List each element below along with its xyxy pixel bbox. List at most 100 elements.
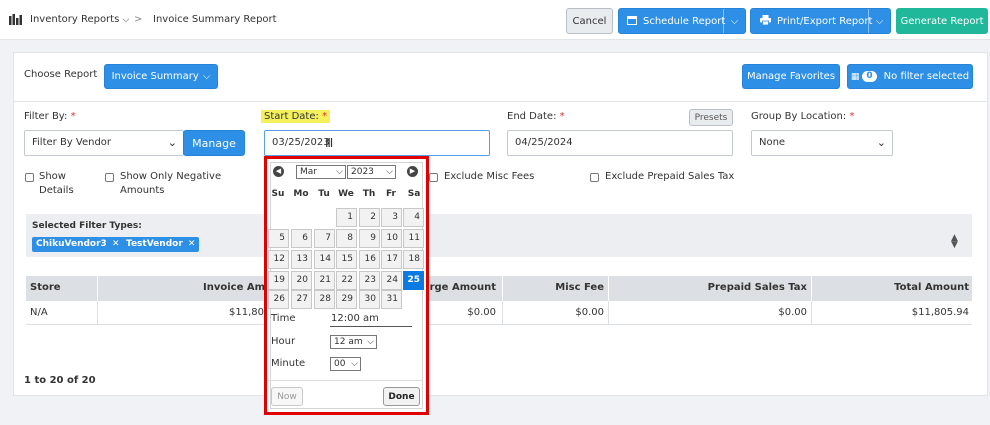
calendar-day[interactable]: 4	[403, 208, 424, 227]
year-select[interactable]: 2023 ⌵	[347, 165, 396, 179]
calendar-day[interactable]: 17	[381, 250, 402, 269]
schedule-report-button[interactable]: Schedule Report ⌵	[618, 8, 746, 34]
chevron-down-icon[interactable]: ⌵	[868, 9, 890, 33]
prev-month-icon[interactable]: ◀	[273, 166, 284, 177]
calendar-day[interactable]: 2	[359, 208, 380, 227]
calendar-day[interactable]: 15	[336, 250, 357, 269]
calendar-day[interactable]: 29	[336, 290, 357, 309]
calendar-day[interactable]: 9	[359, 229, 380, 248]
print-export-button[interactable]: Print/Export Report ⌵	[750, 8, 891, 34]
manage-favorites-button[interactable]: Manage Favorites	[742, 64, 840, 89]
calendar-day[interactable]: 22	[336, 271, 357, 290]
day-of-week-label: Tu	[318, 189, 330, 199]
resize-handle-icon[interactable]: ▲ ▼	[951, 234, 958, 250]
day-of-week-label: Su	[271, 189, 285, 199]
divider	[268, 380, 423, 381]
calendar-day[interactable]: 19	[268, 271, 289, 290]
close-icon[interactable]: ✕	[112, 239, 120, 249]
divider	[608, 301, 609, 325]
table-cell-total: $11,805.94	[911, 307, 969, 318]
calendar-day[interactable]: 8	[336, 229, 357, 248]
calendar-day[interactable]: 20	[291, 271, 312, 290]
divider	[502, 301, 503, 325]
calendar-day[interactable]: 24	[381, 271, 402, 290]
choose-report-label: Choose Report	[24, 69, 98, 80]
table-cell-prepaid: $0.00	[778, 307, 807, 318]
day-of-week-label: Mo	[293, 189, 309, 199]
group-by-label: Group By Location: *	[751, 111, 855, 122]
calendar-day[interactable]: 27	[291, 290, 312, 309]
show-details-checkbox[interactable]	[25, 173, 34, 182]
month-select[interactable]: Mar ⌵	[296, 165, 346, 179]
column-header-misc-fee[interactable]: Misc Fee	[555, 276, 604, 300]
hour-select[interactable]: 12 am ⌵	[330, 335, 377, 349]
negative-amounts-label: Show Only Negative Amounts	[120, 171, 222, 196]
choose-report-dropdown[interactable]: Invoice Summary ⌵	[104, 64, 218, 89]
filter-tag: ChikuVendor3 ✕	[32, 237, 124, 252]
generate-report-button[interactable]: Generate Report	[896, 8, 988, 34]
calendar-day[interactable]: 7	[314, 229, 335, 248]
calendar-day[interactable]: 1	[336, 208, 357, 227]
end-date-input[interactable]: 04/25/2024	[507, 130, 733, 156]
divider	[97, 301, 98, 325]
hour-label: Hour	[271, 336, 296, 347]
chevron-down-icon[interactable]: ⌵	[723, 9, 745, 33]
table-cell-misc: $0.00	[575, 307, 604, 318]
chevron-down-icon: ⌵	[386, 167, 393, 177]
now-button[interactable]: Now	[271, 387, 303, 406]
chevron-down-icon: ⌵	[336, 167, 343, 177]
exclude-prepaid-checkbox[interactable]	[590, 173, 599, 182]
printer-icon	[760, 14, 771, 28]
calendar-day[interactable]: 14	[314, 250, 335, 269]
presets-button[interactable]: Presets	[689, 109, 733, 126]
start-date-label: Start Date: *	[261, 110, 331, 123]
calendar-day[interactable]: 30	[359, 290, 380, 309]
filter-by-select[interactable]: Filter By Vendor ⌄	[24, 130, 184, 156]
next-month-icon[interactable]: ▶	[407, 166, 418, 177]
manage-button[interactable]: Manage	[183, 130, 245, 156]
close-icon[interactable]: ✕	[188, 239, 196, 249]
filter-status-button[interactable]: ▦ 0 No filter selected	[847, 64, 973, 89]
pagination-info: 1 to 20 of 20	[24, 375, 96, 386]
calendar-day[interactable]: 10	[381, 229, 402, 248]
calendar-day[interactable]: 18	[403, 250, 424, 269]
column-header-prepaid-tax[interactable]: Prepaid Sales Tax	[708, 276, 807, 300]
calendar-day[interactable]: 5	[268, 229, 289, 248]
group-by-select[interactable]: None ⌄	[751, 130, 893, 156]
calendar-day[interactable]: 25	[403, 271, 424, 290]
calendar-day[interactable]: 3	[381, 208, 402, 227]
end-date-label: End Date: *	[507, 111, 565, 122]
minute-select[interactable]: 00 ⌵	[330, 357, 361, 371]
selected-filters-title: Selected Filter Types:	[32, 221, 142, 231]
column-header-store[interactable]: Store	[30, 276, 61, 300]
calendar-day[interactable]: 26	[268, 290, 289, 309]
chevron-down-icon: ⌵	[351, 359, 358, 369]
calendar-day[interactable]: 11	[403, 229, 424, 248]
day-of-week-label: Fr	[385, 189, 396, 199]
top-bar: Inventory Reports ⌵ > Invoice Summary Re…	[0, 0, 990, 40]
calendar-day[interactable]: 31	[381, 290, 402, 309]
calendar-day[interactable]: 6	[291, 229, 312, 248]
breadcrumb-separator-icon: >	[134, 14, 143, 25]
table-cell-charge: $0.00	[467, 307, 496, 318]
day-of-week-label: Sa	[407, 189, 421, 199]
calendar-day[interactable]: 13	[291, 250, 312, 269]
breadcrumb-parent[interactable]: Inventory Reports ⌵	[30, 0, 129, 40]
calendar-day[interactable]: 21	[314, 271, 335, 290]
divider	[13, 101, 988, 102]
cancel-button[interactable]: Cancel	[566, 8, 613, 34]
calendar-day[interactable]: 23	[359, 271, 380, 290]
table-header	[26, 276, 972, 301]
divider	[811, 301, 812, 325]
column-header-total-amount[interactable]: Total Amount	[894, 276, 969, 300]
divider	[26, 324, 972, 325]
calendar-day[interactable]: 28	[314, 290, 335, 309]
exclude-misc-checkbox[interactable]	[429, 173, 438, 182]
exclude-prepaid-label: Exclude Prepaid Sales Tax	[605, 171, 735, 182]
calendar-day[interactable]: 12	[268, 250, 289, 269]
negative-amounts-checkbox[interactable]	[105, 173, 114, 182]
start-date-input[interactable]: 03/25/2023 Ⅲ	[264, 130, 490, 156]
chevron-down-icon: ⌵	[202, 71, 211, 82]
calendar-day[interactable]: 16	[359, 250, 380, 269]
done-button[interactable]: Done	[383, 387, 420, 406]
